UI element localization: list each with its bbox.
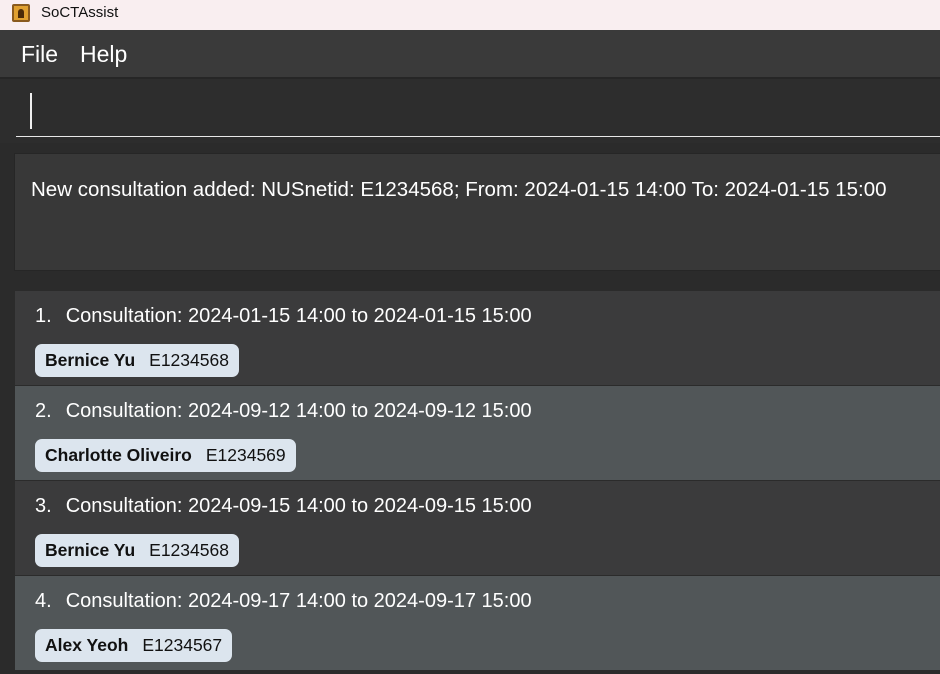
student-id: E1234567: [142, 635, 223, 655]
consultation-card[interactable]: 4. Consultation: 2024-09-17 14:00 to 2024…: [15, 576, 940, 670]
student-name: Bernice Yu: [45, 540, 136, 560]
student-id: E1234568: [149, 350, 229, 370]
card-label: Consultation: 2024-09-17 14:00 to 2024-0…: [65, 590, 532, 612]
student-id: E1234569: [205, 445, 286, 465]
window-title: SoCTAssist: [41, 4, 119, 21]
result-display: New consultation added: NUSnetid: E12345…: [14, 153, 940, 271]
consultation-card[interactable]: 3. Consultation: 2024-09-15 14:00 to 2024…: [15, 481, 940, 575]
card-header: 2. Consultation: 2024-09-12 14:00 to 2024…: [35, 400, 532, 423]
student-tag: Bernice Yu E1234568: [35, 534, 239, 567]
consultation-card[interactable]: 1. Consultation: 2024-01-15 14:00 to 2024…: [15, 291, 940, 385]
card-header: 4. Consultation: 2024-09-17 14:00 to 2024…: [35, 590, 532, 613]
app-icon: [12, 4, 30, 22]
student-name: Charlotte Oliveiro: [45, 445, 192, 465]
card-index: 2.: [35, 400, 52, 422]
card-index: 4.: [35, 590, 52, 612]
student-name: Bernice Yu: [45, 350, 136, 370]
student-name: Alex Yeoh: [45, 635, 129, 655]
text-caret: [30, 93, 32, 129]
student-tag: Charlotte Oliveiro E1234569: [35, 439, 296, 472]
card-label: Consultation: 2024-01-15 14:00 to 2024-0…: [65, 305, 532, 327]
menu-help[interactable]: Help: [80, 41, 127, 68]
student-tag: Alex Yeoh E1234567: [35, 629, 233, 662]
card-index: 3.: [35, 495, 52, 517]
student-id: E1234568: [149, 540, 229, 560]
consultation-list[interactable]: 1. Consultation: 2024-01-15 14:00 to 2024…: [0, 281, 940, 674]
menu-bar: File Help: [0, 30, 940, 77]
command-box: [0, 79, 940, 143]
card-header: 1. Consultation: 2024-01-15 14:00 to 2024…: [35, 305, 532, 328]
result-message: New consultation added: NUSnetid: E12345…: [31, 178, 887, 201]
consultation-card[interactable]: 2. Consultation: 2024-09-12 14:00 to 2024…: [15, 386, 940, 480]
card-header: 3. Consultation: 2024-09-15 14:00 to 2024…: [35, 495, 532, 518]
card-label: Consultation: 2024-09-12 14:00 to 2024-0…: [65, 400, 532, 422]
menu-file[interactable]: File: [21, 41, 58, 68]
card-index: 1.: [35, 305, 52, 327]
title-bar: SoCTAssist: [0, 0, 940, 30]
student-tag: Bernice Yu E1234568: [35, 344, 239, 377]
card-label: Consultation: 2024-09-15 14:00 to 2024-0…: [65, 495, 532, 517]
result-display-panel: New consultation added: NUSnetid: E12345…: [0, 143, 940, 279]
command-input[interactable]: [16, 85, 940, 137]
